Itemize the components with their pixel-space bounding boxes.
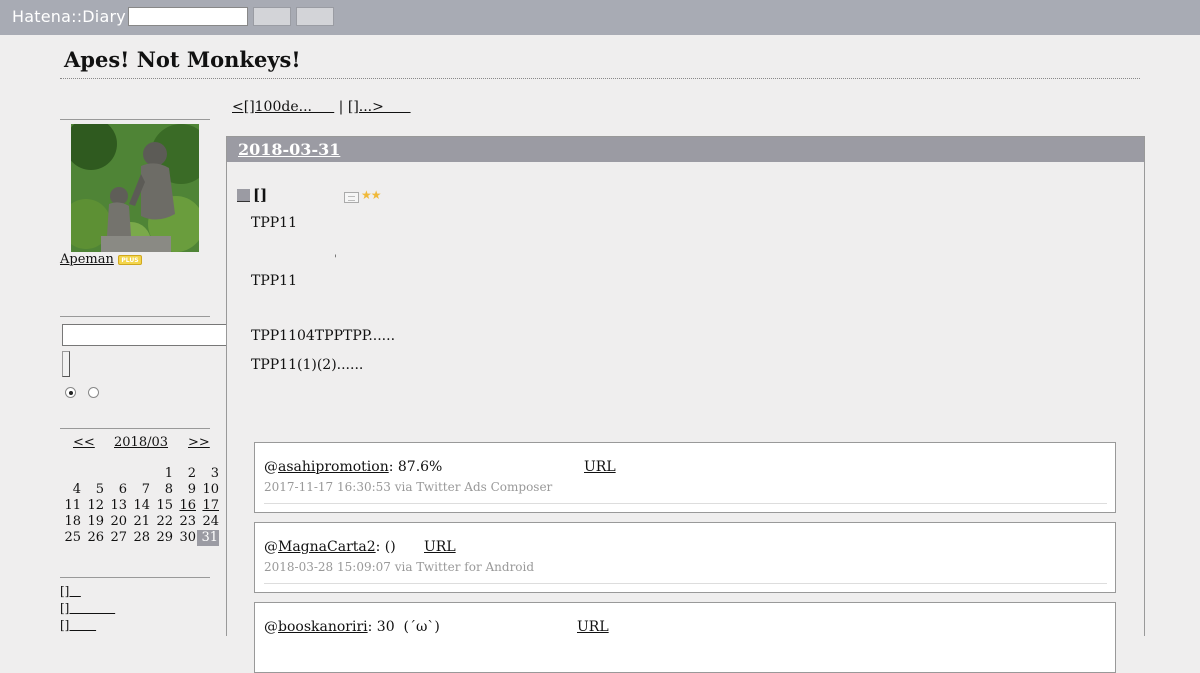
search-scope-radio-all[interactable] — [88, 387, 99, 398]
tweet-url-link[interactable]: URL — [424, 539, 456, 555]
entry-title[interactable]: [] — [253, 186, 267, 204]
hatena-star-icon[interactable]: ★★ — [361, 188, 381, 202]
embedded-tweet: @asahipromotion: 87.6% URL 2017-11-17 16… — [254, 442, 1116, 513]
calendar-day[interactable]: 17 — [197, 498, 219, 514]
calendar-month-link[interactable]: 2018/03 — [114, 435, 168, 450]
calendar-day: 12 — [87, 498, 104, 513]
ape-statue-photo — [71, 124, 199, 252]
calendar-day: 11 — [64, 498, 81, 513]
calendar-day: 3 — [210, 466, 219, 481]
pager-separator: | — [334, 99, 348, 115]
calendar-day: 20 — [110, 514, 127, 529]
entry-body-line: TPP11 — [251, 273, 297, 289]
tweet-body: : () — [375, 539, 396, 555]
calendar-day: 27 — [110, 530, 127, 545]
hatena-diary-logo[interactable]: Hatena::Diary — [12, 7, 126, 26]
calendar-day: 30 — [179, 530, 196, 545]
tweet-divider — [264, 583, 1107, 584]
calendar-day: 19 — [87, 514, 104, 529]
calendar-day: 22 — [156, 514, 173, 529]
embedded-tweet: @booskanoriri: 30 (´ω`) URL — [254, 602, 1116, 673]
calendar-day: 26 — [87, 530, 104, 545]
day-header: 2018-03-31 — [227, 137, 1144, 162]
blog-title[interactable]: Apes! Not Monkeys! — [64, 47, 301, 72]
tweet-meta: 2018-03-28 15:09:07 via Twitter for Andr… — [264, 560, 535, 574]
tweet-url-link[interactable]: URL — [584, 459, 616, 475]
entry-permalink-square[interactable] — [237, 189, 250, 202]
title-divider — [60, 78, 1140, 79]
calendar-day[interactable]: 31 — [197, 530, 219, 546]
user-name-link[interactable]: Apeman — [60, 252, 114, 267]
tweet-text: @booskanoriri: 30 (´ω`) — [264, 619, 440, 635]
calendar-day: 29 — [156, 530, 173, 545]
entry-pager: <[]100de... | []...> — [232, 99, 411, 115]
pager-prev-link[interactable]: <[]100de... — [232, 99, 334, 115]
tweet-user-link[interactable]: MagnaCarta2 — [278, 539, 376, 555]
tweet-meta: 2017-11-17 16:30:53 via Twitter Ads Comp… — [264, 480, 553, 494]
calendar-day: 15 — [156, 498, 173, 513]
tweet-body: : 87.6% — [388, 459, 443, 475]
entry-body-line: TPP1104TPPTPP...... — [251, 328, 396, 344]
sidebar-divider — [60, 316, 210, 317]
calendar-day: 8 — [164, 482, 173, 497]
sidebar-divider — [60, 119, 210, 120]
calendar-day: 18 — [64, 514, 81, 529]
calendar-day: 23 — [179, 514, 196, 529]
header-search-input[interactable] — [128, 7, 248, 26]
tweet-text: @asahipromotion: 87.6% — [264, 459, 443, 475]
embedded-tweet: @MagnaCarta2: () URL 2018-03-28 15:09:07… — [254, 522, 1116, 593]
calendar-day: 5 — [95, 482, 104, 497]
calendar-day: 24 — [202, 514, 219, 529]
calendar-day: 10 — [202, 482, 219, 497]
sidebar-divider — [60, 428, 210, 429]
tweet-body: : 30 (´ω`) — [367, 619, 440, 635]
calendar-day: 1 — [164, 466, 173, 481]
sidebar-link[interactable]: [] — [60, 584, 81, 598]
calendar-day: 25 — [64, 530, 81, 545]
sidebar-link[interactable]: [] — [60, 601, 115, 615]
bookmark-icon[interactable] — [344, 192, 359, 203]
user-avatar[interactable] — [71, 124, 199, 252]
tweet-url-link[interactable]: URL — [577, 619, 609, 635]
calendar-day: 14 — [133, 498, 150, 513]
sidebar-divider — [60, 577, 210, 578]
calendar-day: 2 — [187, 466, 196, 481]
plus-badge: PLUS — [118, 255, 142, 265]
hatena-top-bar: Hatena::Diary — [0, 0, 1200, 35]
tweet-user-link[interactable]: booskanoriri — [278, 619, 368, 635]
sidebar-search-button[interactable] — [62, 351, 70, 377]
tweet-divider — [264, 503, 1107, 504]
calendar-day: 7 — [141, 482, 150, 497]
calendar-day: 21 — [133, 514, 150, 529]
header-search-button[interactable] — [253, 7, 291, 26]
day-date-link[interactable]: 2018-03-31 — [238, 140, 340, 159]
search-scope-radio-diary[interactable] — [65, 387, 76, 398]
entry-body-line: TPP11(1)(2)...... — [251, 357, 364, 373]
tweet-user-link[interactable]: asahipromotion — [278, 459, 389, 475]
calendar-day: 28 — [133, 530, 150, 545]
calendar-day: 6 — [118, 482, 127, 497]
calendar-day[interactable]: 16 — [174, 498, 196, 514]
tweet-text: @MagnaCarta2: () — [264, 539, 396, 555]
entry-body-line: TPP11 — [251, 215, 297, 231]
pager-next-link[interactable]: []...> — [348, 99, 411, 115]
entry-body-mark: ' — [334, 254, 337, 265]
calendar-prev-link[interactable]: << — [73, 435, 95, 450]
calendar-day: 13 — [110, 498, 127, 513]
calendar-day: 4 — [72, 482, 81, 497]
sidebar-search-input[interactable] — [62, 324, 245, 346]
header-secondary-button[interactable] — [296, 7, 334, 26]
calendar-next-link[interactable]: >> — [188, 435, 210, 450]
calendar-day: 9 — [187, 482, 196, 497]
